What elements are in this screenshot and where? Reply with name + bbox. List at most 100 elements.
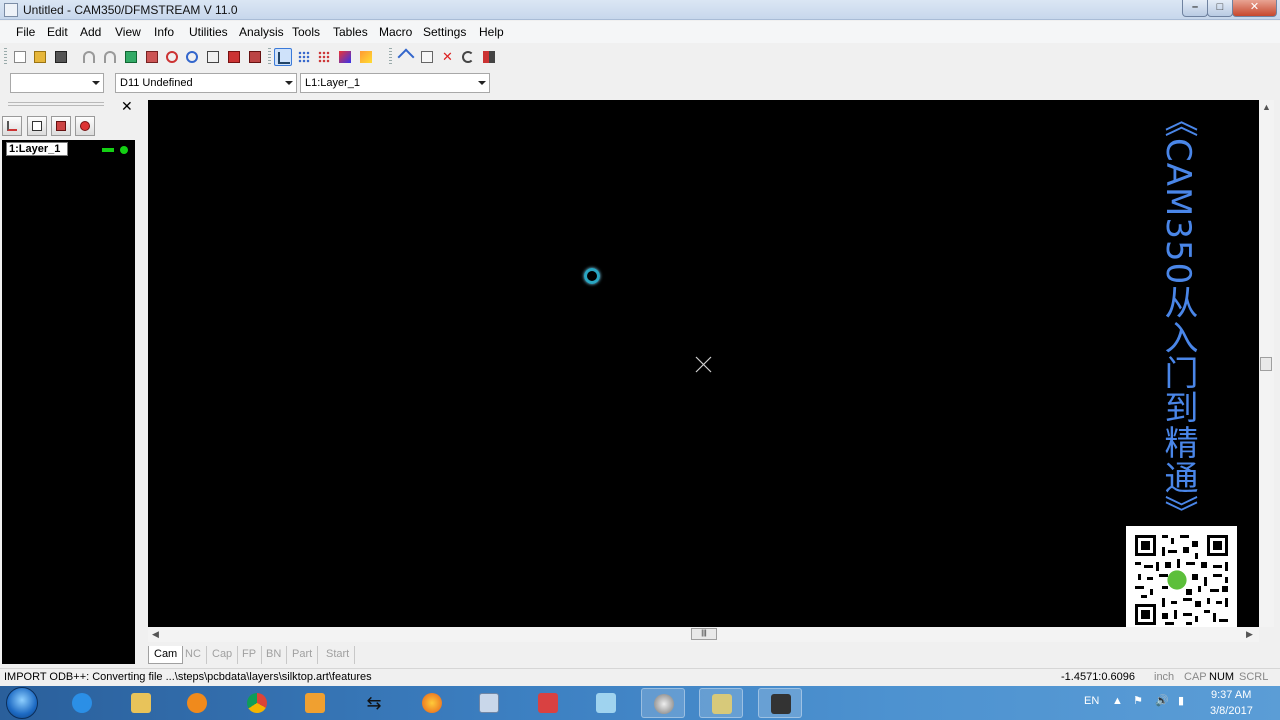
app-icon[interactable] (4, 3, 18, 17)
tool-app-icon[interactable] (293, 688, 337, 718)
zoom-out-icon[interactable] (183, 48, 201, 66)
network-icon[interactable]: ▮ (1178, 694, 1184, 707)
menu-tables[interactable]: Tables (333, 25, 368, 39)
undo-icon[interactable] (80, 48, 98, 66)
horizontal-scrollbar[interactable]: ◀ ||| ▶ (148, 627, 1259, 642)
snap-grid-icon[interactable] (315, 48, 333, 66)
minimize-button[interactable]: – (1182, 0, 1208, 17)
chevron-down-icon[interactable] (478, 81, 486, 85)
menu-bar: File Edit Add View Info Utilities Analys… (0, 21, 1280, 43)
start-button[interactable] (6, 687, 38, 719)
menu-add[interactable]: Add (80, 25, 101, 39)
move-icon[interactable] (397, 48, 415, 66)
scroll-left-icon[interactable]: ◀ (152, 629, 159, 640)
crosshair-cursor-icon (695, 356, 712, 373)
zoom-previous-icon[interactable] (246, 48, 264, 66)
tab-cap[interactable]: Cap (207, 646, 239, 664)
language-indicator[interactable]: EN (1084, 695, 1099, 707)
delete-icon[interactable]: ✕ (439, 48, 457, 66)
internet-explorer-icon[interactable] (60, 688, 104, 718)
menu-utilities[interactable]: Utilities (189, 25, 228, 39)
vertical-scrollbar[interactable]: ▲ (1259, 100, 1274, 627)
rotate-icon[interactable] (459, 48, 477, 66)
zoom-in-icon[interactable] (163, 48, 181, 66)
tab-cam[interactable]: Cam (148, 646, 184, 664)
vertical-scroll-thumb[interactable] (1260, 357, 1272, 371)
chevron-down-icon[interactable] (92, 81, 100, 85)
clock-time[interactable]: 9:37 AM (1211, 689, 1251, 701)
add-layer-icon[interactable] (27, 116, 47, 136)
tab-bn[interactable]: BN (261, 646, 288, 664)
close-window-button[interactable]: ✕ (1232, 0, 1277, 17)
layer-table-icon[interactable] (51, 116, 71, 136)
firefox-icon[interactable] (410, 688, 454, 718)
print-icon[interactable] (143, 48, 161, 66)
layer-up-icon[interactable] (2, 116, 22, 136)
dcode-combo-value: D11 Undefined (120, 77, 193, 89)
toolbar-grip[interactable] (4, 48, 7, 66)
grid-dots-icon[interactable] (295, 48, 313, 66)
scroll-up-icon[interactable]: ▲ (1262, 102, 1271, 112)
menu-tools[interactable]: Tools (292, 25, 320, 39)
open-folder-icon[interactable] (31, 48, 49, 66)
video-recorder-icon[interactable] (758, 688, 802, 718)
horizontal-scroll-thumb[interactable]: ||| (691, 628, 717, 640)
menu-settings[interactable]: Settings (423, 25, 466, 39)
highlight-icon[interactable] (357, 48, 375, 66)
close-icon[interactable]: ✕ (121, 98, 133, 115)
chrome-icon[interactable] (235, 688, 279, 718)
tab-fp[interactable]: FP (237, 646, 263, 664)
transfer-arrows-icon[interactable]: ⇆ (352, 688, 396, 718)
file-explorer-icon[interactable] (119, 688, 163, 718)
toolbar-grip-3[interactable] (389, 48, 392, 66)
toolbar-grip-2[interactable] (268, 48, 271, 66)
clock-date[interactable]: 3/8/2017 (1210, 705, 1253, 717)
layer-item[interactable]: 1:Layer_1 (6, 142, 68, 156)
select-mode-icon[interactable] (274, 48, 292, 66)
tab-part[interactable]: Part (287, 646, 319, 664)
scroll-right-icon[interactable]: ▶ (1246, 629, 1253, 640)
status-bar: IMPORT ODB++: Converting file ...\steps\… (0, 668, 1280, 686)
layer-combo[interactable]: L1:Layer_1 (300, 73, 490, 93)
copy-icon[interactable] (418, 48, 436, 66)
menu-view[interactable]: View (115, 25, 141, 39)
main-toolbar: ✕ (0, 44, 1280, 70)
menu-file[interactable]: File (16, 25, 35, 39)
watermark-text: 《CAM350从入门到精通》 (1158, 103, 1198, 531)
menu-info[interactable]: Info (154, 25, 174, 39)
zoom-window-icon[interactable] (204, 48, 222, 66)
document-app-icon[interactable] (699, 688, 743, 718)
blank-combo[interactable] (10, 73, 104, 93)
menu-analysis[interactable]: Analysis (239, 25, 284, 39)
layer-colors-icon[interactable] (336, 48, 354, 66)
tab-nc[interactable]: NC (180, 646, 207, 664)
tray-expand-icon[interactable]: ▲ (1112, 695, 1123, 707)
layer-visible-dot[interactable] (120, 146, 128, 154)
scroll-lock-indicator: SCRL (1239, 671, 1269, 683)
maximize-button[interactable]: □ (1207, 0, 1233, 17)
zoom-all-icon[interactable] (225, 48, 243, 66)
cam350-taskbar-icon[interactable] (641, 688, 685, 718)
tab-start[interactable]: Start (321, 646, 356, 664)
action-center-icon[interactable]: ⚑ (1133, 694, 1143, 707)
layer-color-swatch[interactable] (102, 148, 114, 152)
chevron-down-icon[interactable] (285, 81, 293, 85)
notes-app-icon[interactable] (584, 688, 628, 718)
new-file-icon[interactable] (11, 48, 29, 66)
redo-icon[interactable] (101, 48, 119, 66)
layer-delete-icon[interactable] (75, 116, 95, 136)
qr-code-image (1126, 526, 1237, 634)
menu-help[interactable]: Help (479, 25, 504, 39)
media-player-icon[interactable] (175, 688, 219, 718)
dcode-combo[interactable]: D11 Undefined (115, 73, 297, 93)
menu-macro[interactable]: Macro (379, 25, 412, 39)
panel-grip[interactable] (8, 102, 104, 106)
mirror-icon[interactable] (480, 48, 498, 66)
save-icon[interactable] (52, 48, 70, 66)
redraw-icon[interactable] (122, 48, 140, 66)
network-app-icon[interactable] (526, 688, 570, 718)
cursor-coordinates: -1.4571:0.6096 (1061, 671, 1136, 683)
calculator-icon[interactable] (467, 688, 511, 718)
menu-edit[interactable]: Edit (47, 25, 68, 39)
volume-icon[interactable]: 🔊 (1155, 694, 1169, 707)
